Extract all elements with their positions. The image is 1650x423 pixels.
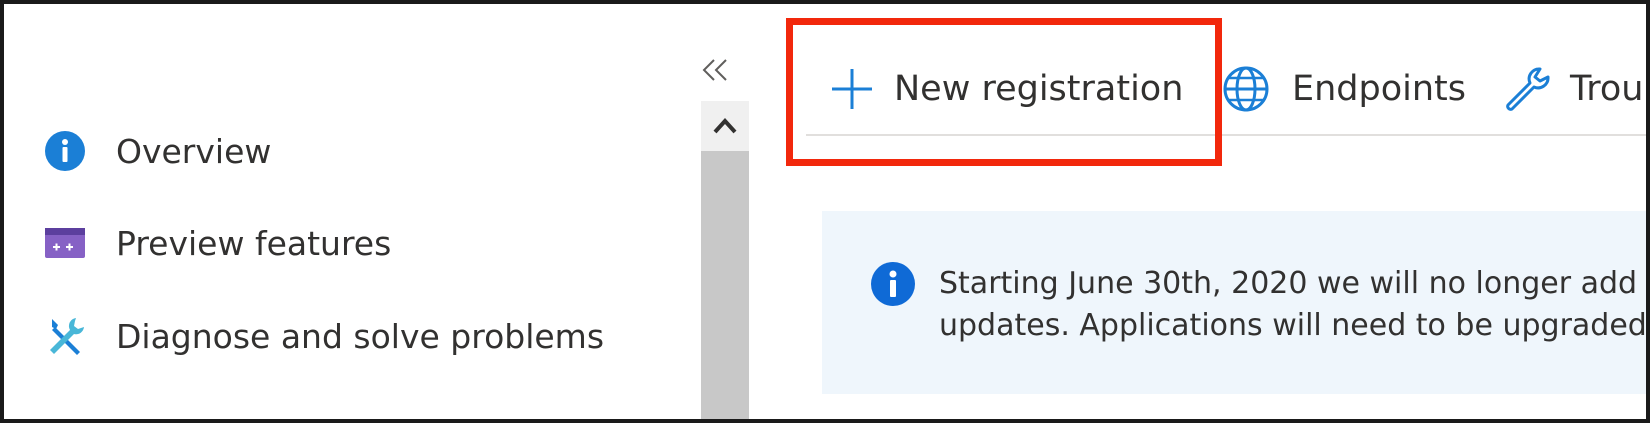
banner-line-1: Starting June 30th, 2020 we will no long… [939,266,1650,301]
highlight-annotation [786,18,1222,166]
troubleshooting-button[interactable]: Trou [1502,56,1643,122]
wrench-screwdriver-icon [44,315,86,357]
sidebar-item-label: Diagnose and solve problems [116,316,605,356]
endpoints-button[interactable]: Endpoints [1222,56,1466,122]
info-banner: Starting June 30th, 2020 we will no long… [822,211,1650,394]
banner-message: Starting June 30th, 2020 we will no long… [939,263,1650,347]
double-chevron-left-icon [702,59,727,81]
app-frame: Overview Preview features Diagnose and s… [0,0,1650,423]
collapse-sidebar-button[interactable] [696,50,736,90]
chevron-up-icon [713,118,737,134]
sidebar-item-overview[interactable]: Overview [44,126,271,176]
endpoints-label: Endpoints [1292,69,1467,109]
sidebar-item-label: Preview features [116,223,392,263]
sidebar-scrollbar[interactable] [701,101,749,419]
wrench-icon [1506,67,1550,111]
sidebar-item-preview-features[interactable]: Preview features [44,218,391,268]
banner-line-2: updates. Applications will need to be up… [939,308,1647,343]
preview-features-icon [44,222,86,264]
sidebar-item-label: Overview [116,131,272,171]
info-icon [44,130,86,172]
globe-icon [1223,66,1269,112]
sidebar: Overview Preview features Diagnose and s… [8,8,698,419]
sidebar-item-diagnose[interactable]: Diagnose and solve problems [44,311,604,361]
troubleshooting-label: Trou [1570,69,1644,109]
scroll-up-button[interactable] [701,101,749,151]
info-icon [871,262,915,306]
